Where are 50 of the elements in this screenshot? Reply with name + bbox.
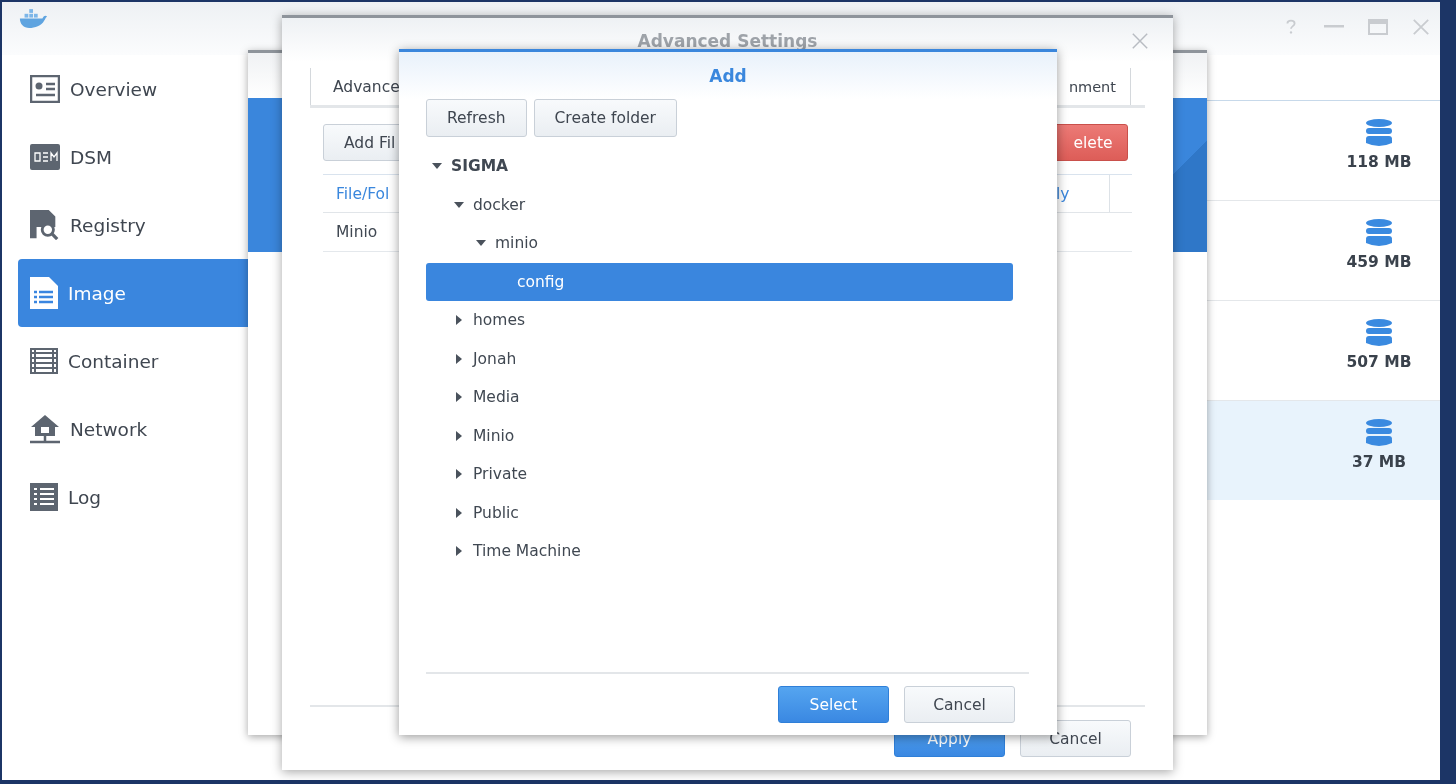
tree-item[interactable]: Private [426, 455, 1013, 494]
tree-item[interactable]: Public [426, 493, 1013, 532]
stacked-box-icon [30, 348, 58, 374]
caret-right-icon[interactable] [455, 315, 462, 326]
sidebar-item[interactable]: Network [18, 395, 248, 463]
caret-right-icon[interactable] [455, 430, 462, 441]
caret-right-icon[interactable] [455, 546, 462, 557]
database-icon [1366, 419, 1392, 447]
caret-right-icon[interactable] [455, 392, 462, 403]
sidebar-item[interactable]: DSM [18, 123, 248, 191]
whale-icon [18, 8, 48, 29]
image-size: 459 MB [1346, 253, 1412, 271]
tree-item[interactable]: Media [426, 378, 1013, 417]
database-icon [1366, 319, 1392, 347]
caret-right-icon[interactable] [455, 469, 462, 480]
image-size: 118 MB [1346, 153, 1412, 171]
dialog-button[interactable]: Cancel [904, 686, 1015, 723]
database-icon [1366, 119, 1392, 147]
sidebar-item[interactable]: Overview [18, 55, 248, 123]
tree-item[interactable]: Minio [426, 416, 1013, 455]
table-cell-text: Minio [335, 223, 378, 241]
dialog-title: Add [709, 65, 747, 86]
sidebar-item[interactable]: Container [18, 327, 248, 395]
caret-right-icon[interactable] [455, 507, 462, 518]
sidebar-item[interactable]: Image [18, 259, 248, 327]
tree-item[interactable]: Time Machine [426, 532, 1013, 571]
list-icon [30, 483, 58, 511]
tree-item[interactable]: docker [426, 185, 1013, 224]
document-list-icon [30, 277, 58, 309]
caret-down-icon[interactable] [431, 163, 442, 170]
image-size: 507 MB [1346, 353, 1412, 371]
sidebar-item[interactable]: Registry [18, 191, 248, 259]
image-size: 37 MB [1351, 453, 1407, 471]
window-title: Advanced Settings [637, 31, 818, 51]
tree-item[interactable]: minio [426, 224, 1013, 263]
sidebar-item[interactable]: Log [18, 463, 248, 531]
caret-down-icon[interactable] [453, 201, 464, 208]
tree-item[interactable]: homes [426, 301, 1013, 340]
caret-right-icon[interactable] [455, 353, 462, 364]
database-icon [1366, 219, 1392, 247]
screen-icon [30, 144, 60, 170]
document-search-icon [30, 210, 60, 240]
tree-item[interactable]: Jonah [426, 339, 1013, 378]
tree-item[interactable]: config [426, 262, 1013, 301]
id-card-icon [30, 75, 60, 103]
house-network-icon [30, 414, 60, 444]
tree-item[interactable]: SIGMA [426, 147, 1013, 186]
toolbar-button[interactable]: Refresh [426, 99, 527, 137]
caret-down-icon[interactable] [475, 240, 486, 247]
toolbar-button[interactable]: Create folder [533, 99, 677, 137]
